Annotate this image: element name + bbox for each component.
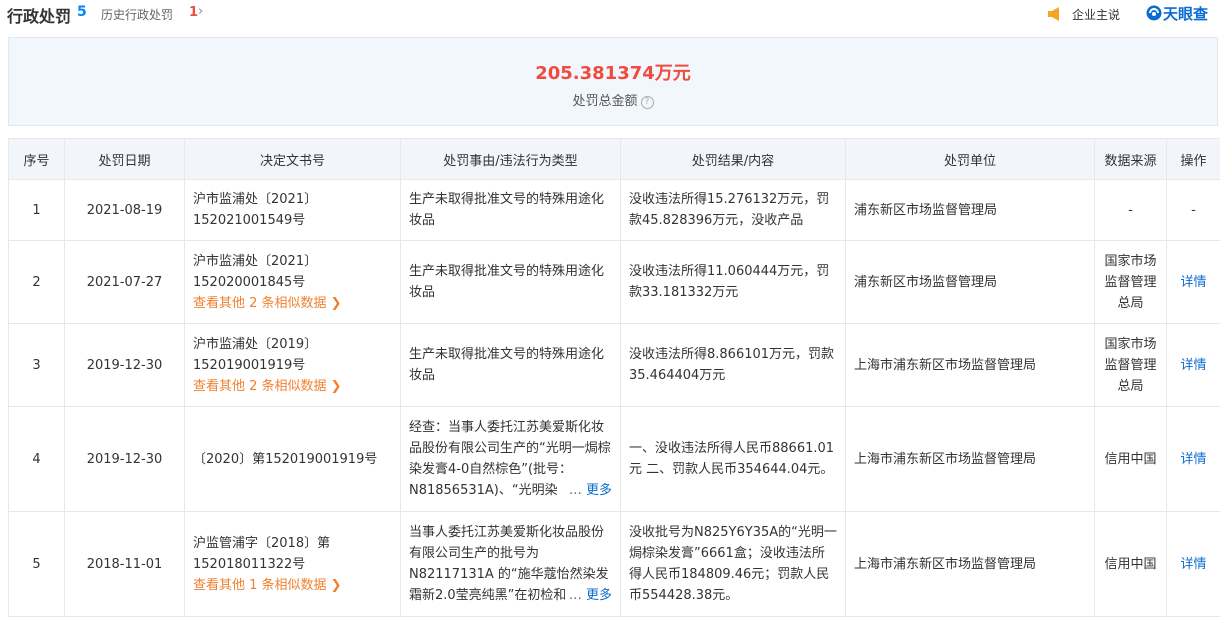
penalty-unit: 上海市浦东新区市场监督管理局 [846, 407, 1095, 512]
data-source: 信用中国 [1095, 407, 1167, 512]
total-amount-label-text: 处罚总金额 [572, 94, 637, 109]
row-number: 4 [9, 407, 65, 512]
penalty-unit: 浦东新区市场监督管理局 [846, 180, 1095, 241]
penalty-result: 一、没收违法所得人民币88661.01元 二、罚款人民币354644.04元。 [621, 407, 846, 512]
column-header: 数据来源 [1095, 139, 1167, 180]
table-row: 4 2019-12-30 〔2020〕第152019001919号 经查：当事人… [9, 407, 1220, 512]
column-header: 处罚事由/违法行为类型 [401, 139, 621, 180]
row-number: 3 [9, 324, 65, 407]
decision-doc-number: 〔2020〕第152019001919号 [185, 407, 401, 512]
decision-doc-number: 沪市监浦处〔2019〕152019001919号 [193, 337, 317, 373]
penalty-date: 2019-12-30 [65, 324, 185, 407]
detail-link[interactable]: 详情 [1167, 241, 1220, 324]
penalty-reason: 生产未取得批准文号的特殊用途化妆品 [401, 180, 621, 241]
decision-doc-number: 沪市监浦处〔2021〕152021001549号 [185, 180, 401, 241]
penalty-date: 2018-11-01 [65, 512, 185, 617]
decision-doc-number: 沪市监浦处〔2021〕152020001845号 [193, 254, 317, 290]
detail-link[interactable]: 详情 [1167, 324, 1220, 407]
tianyancha-logo-icon [1146, 5, 1162, 21]
row-number: 5 [9, 512, 65, 617]
decision-doc-cell: 沪监管浦字〔2018〕第152018011322号 查看其他 1 条相似数据 ❯ [185, 512, 401, 617]
help-icon[interactable]: ? [641, 96, 654, 109]
column-header: 处罚单位 [846, 139, 1095, 180]
row-number: 1 [9, 180, 65, 241]
table-header-row: 序号 处罚日期 决定文书号 处罚事由/违法行为类型 处罚结果/内容 处罚单位 数… [9, 139, 1220, 180]
megaphone-icon[interactable] [1047, 7, 1062, 21]
expand-trailer: … 更多 [565, 585, 612, 606]
table-row: 1 2021-08-19 沪市监浦处〔2021〕152021001549号 生产… [9, 180, 1220, 241]
expand-trailer: … 更多 [565, 480, 612, 501]
column-header: 序号 [9, 139, 65, 180]
column-header: 决定文书号 [185, 139, 401, 180]
more-link[interactable]: 更多 [586, 588, 612, 603]
data-source: 国家市场监督管理总局 [1095, 324, 1167, 407]
detail-link[interactable]: 详情 [1167, 512, 1220, 617]
penalty-date: 2019-12-30 [65, 407, 185, 512]
detail-link[interactable]: 详情 [1167, 407, 1220, 512]
penalty-result: 没收违法所得15.276132万元，罚款45.828396万元，没收产品 [621, 180, 846, 241]
table-row: 3 2019-12-30 沪市监浦处〔2019〕152019001919号 查看… [9, 324, 1220, 407]
penalty-unit: 上海市浦东新区市场监督管理局 [846, 512, 1095, 617]
owner-says-link[interactable]: 企业主说 [1072, 6, 1120, 23]
row-number: 2 [9, 241, 65, 324]
penalty-date: 2021-07-27 [65, 241, 185, 324]
penalty-unit: 上海市浦东新区市场监督管理局 [846, 324, 1095, 407]
similar-data-link[interactable]: 查看其他 2 条相似数据 ❯ [193, 293, 392, 314]
penalty-reason: 生产未取得批准文号的特殊用途化妆品 [401, 324, 621, 407]
decision-doc-cell: 沪市监浦处〔2021〕152020001845号 查看其他 2 条相似数据 ❯ [185, 241, 401, 324]
decision-doc-cell: 沪市监浦处〔2019〕152019001919号 查看其他 2 条相似数据 ❯ [185, 324, 401, 407]
history-penalty-link[interactable]: 历史行政处罚 [101, 6, 173, 23]
section-header: 行政处罚 5 历史行政处罚 1 › 企业主说 天眼查 [0, 0, 1220, 30]
penalty-reason-cell: 经查：当事人委托江苏美爱斯化妆品股份有限公司生产的“光明一焗棕染发膏4-0自然棕… [401, 407, 621, 512]
penalty-summary: 205.381374万元 处罚总金额? [8, 37, 1218, 126]
similar-data-link[interactable]: 查看其他 1 条相似数据 ❯ [193, 575, 392, 596]
penalty-date: 2021-08-19 [65, 180, 185, 241]
penalty-unit: 浦东新区市场监督管理局 [846, 241, 1095, 324]
chevron-right-icon[interactable]: › [198, 4, 203, 19]
data-source: - [1095, 180, 1167, 241]
data-source: 信用中国 [1095, 512, 1167, 617]
penalty-table: 序号 处罚日期 决定文书号 处罚事由/违法行为类型 处罚结果/内容 处罚单位 数… [8, 138, 1220, 617]
penalty-result: 没收批号为N825Y6Y35A的“光明一焗棕染发膏”6661盒；没收违法所得人民… [621, 512, 846, 617]
data-source: 国家市场监督管理总局 [1095, 241, 1167, 324]
decision-doc-number: 沪监管浦字〔2018〕第152018011322号 [193, 536, 330, 572]
similar-data-link[interactable]: 查看其他 2 条相似数据 ❯ [193, 376, 392, 397]
column-header: 处罚结果/内容 [621, 139, 846, 180]
more-link[interactable]: 更多 [586, 483, 612, 498]
section-count: 5 [77, 4, 87, 20]
total-amount-label: 处罚总金额? [9, 90, 1217, 109]
total-amount: 205.381374万元 [9, 59, 1217, 85]
penalty-result: 没收违法所得8.866101万元，罚款35.464404万元 [621, 324, 846, 407]
penalty-reason-cell: 当事人委托江苏美爱斯化妆品股份有限公司生产的批号为N82117131A 的“施华… [401, 512, 621, 617]
penalty-reason-clip: 经查：当事人委托江苏美爱斯化妆品股份有限公司生产的“光明一焗棕染发膏4-0自然棕… [409, 417, 612, 501]
penalty-result: 没收违法所得11.060444万元，罚款33.181332万元 [621, 241, 846, 324]
section-title: 行政处罚 [7, 3, 71, 27]
column-header: 操作 [1167, 139, 1220, 180]
history-count[interactable]: 1 [189, 5, 198, 20]
brand-name: 天眼查 [1163, 3, 1208, 24]
column-header: 处罚日期 [65, 139, 185, 180]
penalty-reason-clip: 当事人委托江苏美爱斯化妆品股份有限公司生产的批号为N82117131A 的“施华… [409, 522, 612, 606]
table-row: 5 2018-11-01 沪监管浦字〔2018〕第152018011322号 查… [9, 512, 1220, 617]
action-cell: - [1167, 180, 1220, 241]
penalty-reason: 生产未取得批准文号的特殊用途化妆品 [401, 241, 621, 324]
table-row: 2 2021-07-27 沪市监浦处〔2021〕152020001845号 查看… [9, 241, 1220, 324]
